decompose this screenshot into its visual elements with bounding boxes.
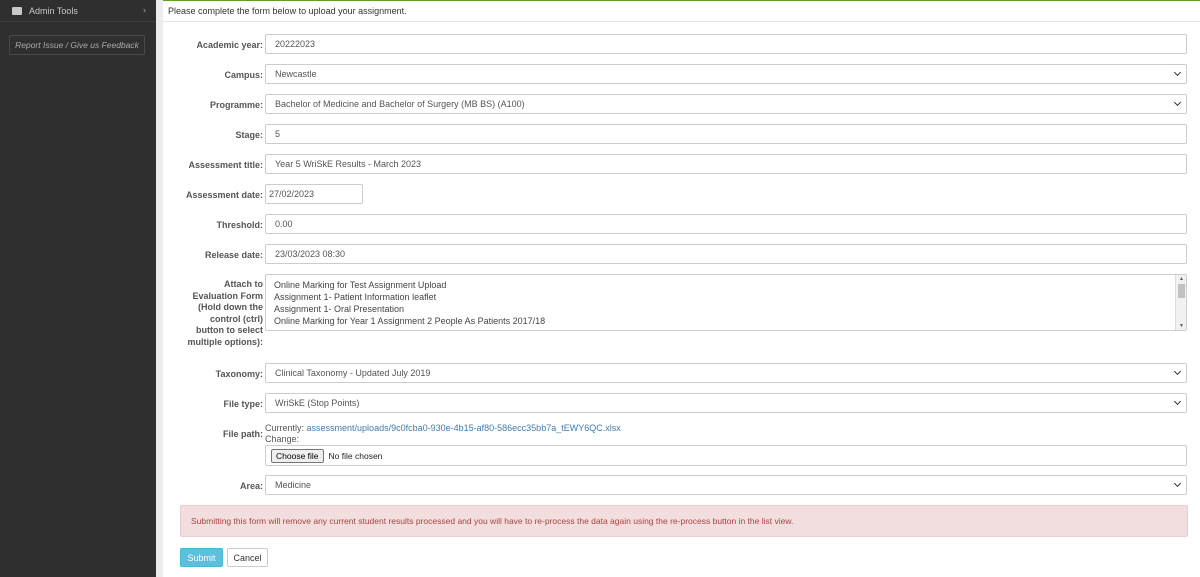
file-current: Currently: assessment/uploads/9c0fcba0-9… <box>265 423 621 433</box>
file-type-value: WriSkE (Stop Points) <box>275 398 360 408</box>
content-gutter <box>156 0 163 577</box>
campus-label: Campus: <box>224 70 263 80</box>
scroll-thumb[interactable] <box>1178 284 1185 298</box>
release-date-field[interactable]: 23/03/2023 08:30 <box>265 244 1187 264</box>
academic-year-field[interactable]: 20222023 <box>265 34 1187 54</box>
sidebar-item-label: Admin Tools <box>29 5 78 16</box>
top-accent-border <box>163 0 1200 1</box>
label-line: Attach to <box>224 279 263 289</box>
assessment-title-value: Year 5 WriSkE Results - March 2023 <box>275 159 422 169</box>
taxonomy-select[interactable]: Clinical Taxonomy - Updated July 2019 <box>265 363 1187 383</box>
programme-select[interactable]: Bachelor of Medicine and Bachelor of Sur… <box>265 94 1187 114</box>
list-item[interactable]: Assignment 1- Patient Information leafle… <box>266 291 1186 303</box>
file-type-select[interactable]: WriSkE (Stop Points) <box>265 393 1187 413</box>
warning-alert: Submitting this form will remove any cur… <box>180 505 1188 537</box>
change-label: Change: <box>265 434 300 444</box>
threshold-label: Threshold: <box>216 220 264 230</box>
campus-select[interactable]: Newcastle <box>265 64 1187 84</box>
cancel-button[interactable]: Cancel <box>227 548 268 567</box>
file-type-label: File type: <box>223 399 263 409</box>
divider <box>163 21 1200 22</box>
chevron-right-icon: › <box>143 5 146 15</box>
academic-year-label: Academic year: <box>196 40 263 50</box>
list-item[interactable]: Online Marking for Year 1 Assignment 2 P… <box>266 315 1186 327</box>
form-intro: Please complete the form below to upload… <box>168 6 407 16</box>
label-line: Evaluation Form <box>192 290 263 301</box>
assessment-title-label: Assessment title: <box>188 160 263 170</box>
programme-value: Bachelor of Medicine and Bachelor of Sur… <box>275 99 525 109</box>
label-line: (Hold down the <box>198 302 263 312</box>
currently-label: Currently: <box>265 423 305 433</box>
sidebar-item-admin-tools[interactable]: Admin Tools › <box>0 0 156 22</box>
no-file-text: No file chosen <box>328 450 383 461</box>
evaluation-form-multiselect[interactable]: Online Marking for Test Assignment Uploa… <box>265 274 1187 331</box>
listbox-scrollbar[interactable]: ▲ ▼ <box>1175 275 1186 330</box>
release-date-label: Release date: <box>204 250 263 260</box>
scroll-up-icon[interactable]: ▲ <box>1179 276 1184 282</box>
scroll-down-icon[interactable]: ▼ <box>1179 323 1184 329</box>
sidebar: Admin Tools › Report Issue / Give us Fee… <box>0 0 156 577</box>
stage-field[interactable]: 5 <box>265 124 1187 144</box>
assessment-title-field[interactable]: Year 5 WriSkE Results - March 2023 <box>265 154 1187 174</box>
file-path-label: File path: <box>223 429 263 439</box>
label-line: control (ctrl) <box>210 313 263 324</box>
submit-button[interactable]: Submit <box>180 548 223 567</box>
evaluation-form-label: Attach to Evaluation Form (Hold down the… <box>188 279 264 348</box>
threshold-field[interactable]: 0.00 <box>265 214 1187 234</box>
area-select[interactable]: Medicine <box>265 475 1187 495</box>
assessment-date-label: Assessment date: <box>185 190 263 200</box>
list-item[interactable]: Online Marking for Test Assignment Uploa… <box>266 279 1186 291</box>
upload-form: Please complete the form below to upload… <box>163 0 1200 577</box>
taxonomy-value: Clinical Taxonomy - Updated July 2019 <box>275 368 431 378</box>
academic-year-value: 20222023 <box>275 39 316 49</box>
release-date-value: 23/03/2023 08:30 <box>275 249 346 259</box>
current-file-link[interactable]: assessment/uploads/9c0fcba0-930e-4b15-af… <box>307 423 621 433</box>
feedback-button[interactable]: Report Issue / Give us Feedback <box>9 35 145 55</box>
assessment-date-field[interactable]: 27/02/2023 <box>265 184 363 204</box>
area-label: Area: <box>239 481 263 491</box>
stage-label: Stage: <box>235 130 263 140</box>
threshold-value: 0.00 <box>275 219 293 229</box>
file-input[interactable]: Choose file No file chosen <box>265 445 1187 466</box>
list-item[interactable]: Assignment 1- Oral Presentation <box>266 303 1186 315</box>
campus-value: Newcastle <box>275 69 317 79</box>
label-line: button to select <box>196 325 263 335</box>
area-value: Medicine <box>275 480 312 490</box>
briefcase-icon <box>12 6 22 15</box>
taxonomy-label: Taxonomy: <box>215 369 263 379</box>
choose-file-button[interactable]: Choose file <box>271 448 324 463</box>
assessment-date-value: 27/02/2023 <box>269 189 315 199</box>
programme-label: Programme: <box>209 100 263 110</box>
stage-value: 5 <box>275 129 281 139</box>
label-line: multiple options): <box>187 336 264 347</box>
